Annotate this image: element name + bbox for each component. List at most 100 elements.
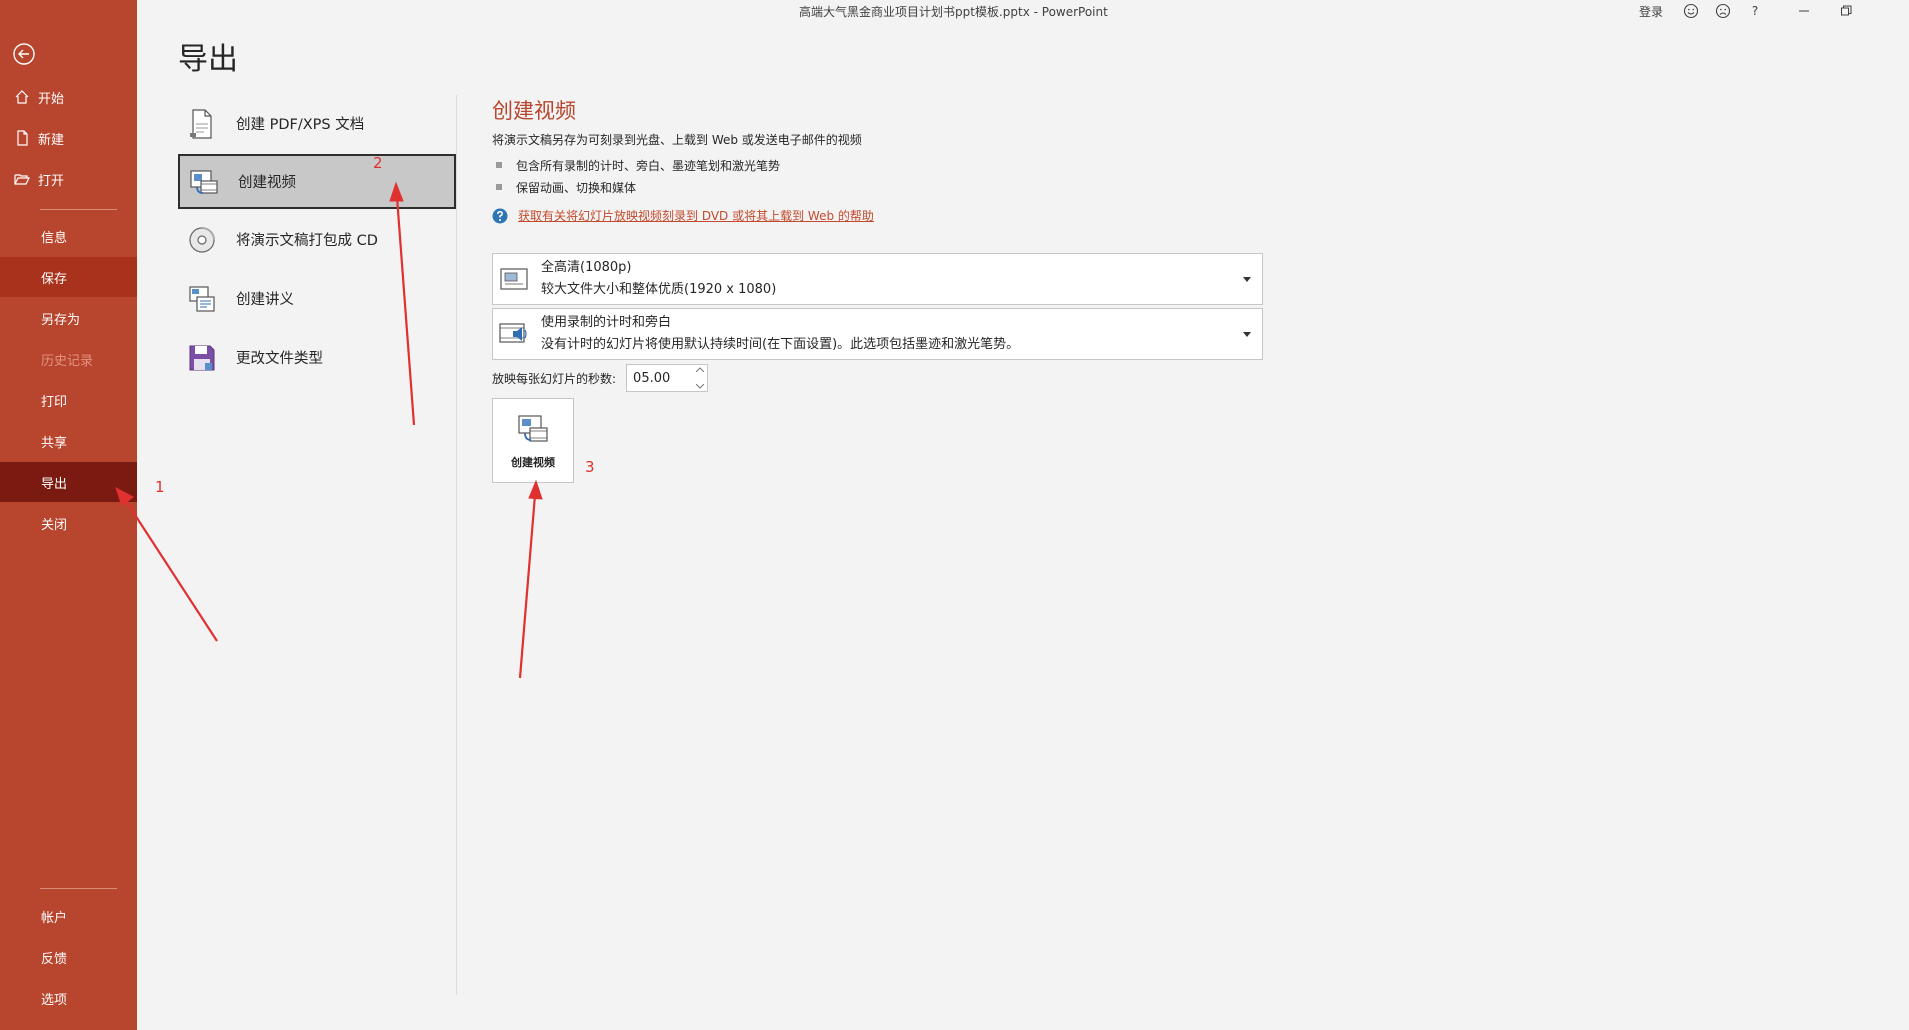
minimize-icon[interactable]: [1783, 0, 1825, 22]
pane-divider: [456, 95, 457, 995]
narration-icon: [499, 319, 529, 349]
restore-icon[interactable]: [1825, 0, 1867, 22]
sidebar-item-feedback[interactable]: 反馈: [0, 937, 137, 977]
quality-title: 全高清(1080p): [541, 260, 632, 275]
sidebar-item-label: 帐户: [41, 910, 68, 926]
page-title: 导出: [178, 42, 238, 77]
backstage-sidebar: 开始 新建 打开 信息 保存 另存为 历史记录 打印 共享 导出 关闭 帐户 反…: [0, 0, 137, 1030]
sidebar-item-history: 历史记录: [0, 339, 137, 379]
folder-open-icon: [14, 174, 30, 185]
annotation-step-2: 2: [373, 154, 383, 172]
window-spacer: [1867, 0, 1909, 22]
bullet-text: 保留动画、切换和媒体: [516, 180, 637, 195]
export-option-handouts[interactable]: 创建讲义: [178, 270, 456, 327]
sidebar-item-print[interactable]: 打印: [0, 380, 137, 420]
export-option-label: 创建视频: [238, 175, 296, 191]
cd-icon: [186, 224, 218, 256]
bullet-marker: [496, 184, 502, 190]
annotation-arrow-1: [123, 497, 218, 642]
annotation-step-1: 1: [155, 478, 165, 496]
quality-description: 较大文件大小和整体优质(1920 x 1080): [541, 282, 777, 297]
export-option-package-cd[interactable]: 将演示文稿打包成 CD: [178, 211, 456, 268]
sidebar-item-export[interactable]: 导出: [0, 462, 137, 502]
annotation-arrow-3: [518, 494, 537, 679]
sidebar-item-home[interactable]: 开始: [0, 77, 137, 117]
frown-icon[interactable]: [1713, 1, 1733, 21]
presentation-quality-icon: [499, 264, 529, 294]
timing-title: 使用录制的计时和旁白: [541, 315, 672, 330]
sidebar-item-label: 导出: [41, 476, 68, 492]
sidebar-item-label: 保存: [41, 271, 68, 287]
export-option-change-file-type[interactable]: 更改文件类型: [178, 329, 456, 386]
help-link[interactable]: 获取有关将幻灯片放映视频刻录到 DVD 或将其上载到 Web 的帮助: [518, 207, 874, 224]
sidebar-item-label: 历史记录: [41, 353, 94, 369]
sidebar-item-options[interactable]: 选项: [0, 978, 137, 1018]
sidebar-item-label: 反馈: [41, 951, 68, 967]
seconds-value[interactable]: 05.00: [633, 371, 670, 386]
pdf-document-icon: [186, 108, 218, 140]
timing-description: 没有计时的幻灯片将使用默认持续时间(在下面设置)。此选项包括墨迹和激光笔势。: [541, 337, 1020, 352]
export-option-label: 创建 PDF/XPS 文档: [236, 117, 365, 133]
create-video-detail: 创建视频 将演示文稿另存为可刻录到光盘、上载到 Web 或发送电子邮件的视频 包…: [492, 95, 1292, 224]
create-video-button[interactable]: 创建视频: [492, 398, 574, 483]
sidebar-item-account[interactable]: 帐户: [0, 896, 137, 936]
sidebar-item-label: 关闭: [41, 517, 68, 533]
seconds-label: 放映每张幻灯片的秒数:: [492, 371, 617, 386]
sidebar-divider: [40, 888, 117, 889]
document-title: 高端大气黑金商业项目计划书ppt模板.pptx - PowerPoint: [799, 5, 1108, 19]
sidebar-item-share[interactable]: 共享: [0, 421, 137, 461]
sidebar-item-save-as[interactable]: 另存为: [0, 298, 137, 338]
detail-title: 创建视频: [492, 99, 576, 123]
sidebar-item-label: 共享: [41, 435, 68, 451]
sidebar-item-label: 打开: [38, 173, 65, 189]
home-icon: [15, 90, 29, 104]
title-bar: 高端大气黑金商业项目计划书ppt模板.pptx - PowerPoint 登录 …: [137, 0, 1909, 22]
annotation-arrowhead-3: [528, 479, 543, 500]
sidebar-item-open[interactable]: 打开: [0, 159, 137, 199]
create-video-label: 创建视频: [511, 455, 555, 469]
new-file-icon: [17, 130, 28, 146]
timing-narration-dropdown[interactable]: 使用录制的计时和旁白 没有计时的幻灯片将使用默认持续时间(在下面设置)。此选项包…: [492, 308, 1263, 360]
sidebar-item-label: 新建: [38, 132, 65, 148]
sidebar-item-label: 打印: [41, 394, 68, 410]
dropdown-arrow-icon: [1238, 331, 1256, 337]
handout-icon: [186, 283, 218, 315]
sidebar-item-close[interactable]: 关闭: [0, 503, 137, 543]
video-icon: [188, 166, 220, 198]
sidebar-item-label: 开始: [38, 91, 65, 107]
sidebar-item-label: 选项: [41, 992, 68, 1008]
chevron-up-icon[interactable]: [696, 367, 705, 372]
export-option-pdf[interactable]: 创建 PDF/XPS 文档: [178, 95, 456, 152]
annotation-step-3: 3: [585, 458, 595, 476]
dropdown-arrow-icon: [1238, 276, 1256, 282]
sidebar-item-label: 另存为: [41, 312, 81, 328]
sidebar-divider: [40, 209, 117, 210]
sidebar-item-save[interactable]: 保存: [0, 257, 137, 297]
sidebar-item-new[interactable]: 新建: [0, 118, 137, 158]
create-video-icon: [518, 414, 548, 442]
help-link-row: 获取有关将幻灯片放映视频刻录到 DVD 或将其上载到 Web 的帮助: [492, 207, 1292, 224]
chevron-down-icon[interactable]: [696, 384, 705, 389]
export-options-list: 创建 PDF/XPS 文档 创建视频 将演示文稿打包成 CD 创建讲义 更改文件…: [178, 95, 456, 388]
help-circle-icon: [492, 208, 508, 223]
export-option-label: 将演示文稿打包成 CD: [236, 233, 378, 249]
detail-bullet: 包含所有录制的计时、旁白、墨迹笔划和激光笔势: [492, 154, 1292, 176]
bullet-marker: [496, 162, 502, 168]
spinner-buttons[interactable]: [693, 365, 707, 391]
bullet-text: 包含所有录制的计时、旁白、墨迹笔划和激光笔势: [516, 158, 781, 173]
detail-description: 将演示文稿另存为可刻录到光盘、上载到 Web 或发送电子邮件的视频: [492, 133, 862, 147]
seconds-per-slide-row: 放映每张幻灯片的秒数: 05.00: [492, 364, 709, 392]
video-quality-dropdown[interactable]: 全高清(1080p) 较大文件大小和整体优质(1920 x 1080): [492, 253, 1263, 305]
sidebar-item-label: 信息: [41, 230, 68, 246]
help-icon[interactable]: ?: [1745, 1, 1765, 21]
export-option-video[interactable]: 创建视频: [178, 154, 456, 209]
export-option-label: 创建讲义: [236, 292, 294, 308]
sidebar-item-info[interactable]: 信息: [0, 216, 137, 256]
export-option-label: 更改文件类型: [236, 351, 323, 367]
login-link[interactable]: 登录: [1639, 3, 1663, 20]
back-arrow-icon[interactable]: [12, 42, 36, 66]
save-file-type-icon: [186, 342, 218, 374]
detail-bullet: 保留动画、切换和媒体: [492, 176, 1292, 198]
smiley-icon[interactable]: [1681, 1, 1701, 21]
seconds-stepper[interactable]: 05.00: [626, 364, 709, 392]
